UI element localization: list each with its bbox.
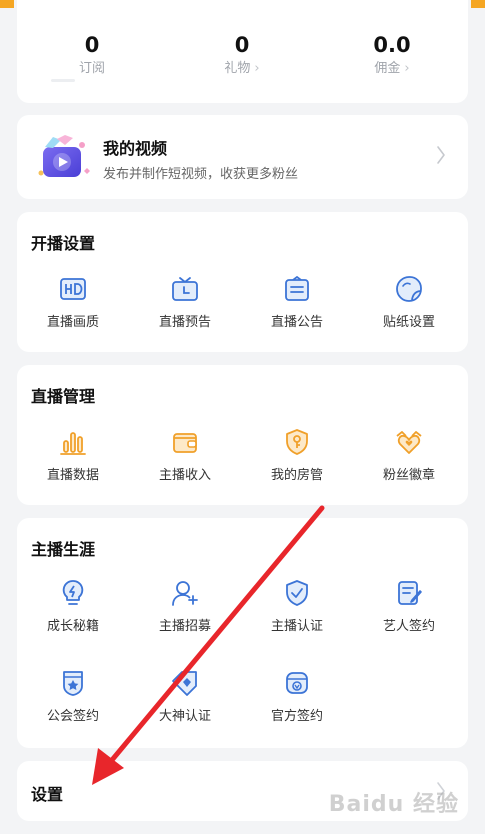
- wallet-icon: [173, 433, 197, 453]
- grid-item-label: 我的房管: [270, 468, 323, 483]
- grid-item-label: 大神认证: [158, 709, 211, 724]
- grid-item-label: 主播招募: [158, 619, 211, 634]
- tv-icon: [172, 277, 198, 301]
- my-video-title: 我的视频: [103, 139, 168, 158]
- grid-item-live-data[interactable]: 直播数据: [17, 427, 129, 485]
- stat-value: 0.0: [373, 33, 411, 57]
- grid-item-label: 成长秘籍: [46, 619, 99, 634]
- chevron-right-icon: ›: [254, 61, 260, 76]
- grid-item-announcement[interactable]: 直播公告: [241, 274, 353, 332]
- stat-gifts[interactable]: 0 礼物 ›: [167, 33, 317, 78]
- grid-item-preview[interactable]: 直播预告: [129, 274, 241, 332]
- shield-key-icon: [286, 429, 308, 455]
- grid-item-label: 贴纸设置: [382, 315, 435, 330]
- lightbulb-icon: [62, 580, 84, 605]
- top-left-accent: [0, 0, 14, 8]
- grid-item-sticker[interactable]: 贴纸设置: [353, 274, 465, 332]
- watermark: Baidu 经验: [328, 792, 459, 817]
- grid-item-certification[interactable]: 主播认证: [241, 578, 353, 636]
- grid-item-label: 直播数据: [46, 468, 99, 483]
- chevron-right-icon: [437, 146, 445, 164]
- my-video-description: 发布并制作短视频，收获更多粉丝: [103, 167, 299, 182]
- my-video-card[interactable]: 我的视频 发布并制作短视频，收获更多粉丝: [17, 115, 468, 199]
- stat-value: 0: [234, 33, 250, 57]
- section-title: 主播生涯: [31, 540, 96, 559]
- add-user-icon: [172, 581, 198, 606]
- settings-title: 设置: [31, 785, 64, 804]
- grid-item-label: 公会签约: [46, 709, 99, 724]
- stat-subscriptions[interactable]: 0 订阅: [17, 33, 167, 78]
- grid-item-label: 直播公告: [270, 315, 323, 330]
- heart-badge-icon: [396, 431, 422, 454]
- grid-item-growth-tips[interactable]: 成长秘籍: [17, 578, 129, 636]
- grid-item-room-admin[interactable]: 我的房管: [241, 427, 353, 485]
- grid-item-label: 直播画质: [46, 315, 99, 330]
- stat-label: 礼物: [224, 61, 251, 76]
- grid-item-label: 主播认证: [270, 619, 323, 634]
- live-management-card: 直播管理 直播数据 主播收入 我的房管 粉丝徽章: [17, 365, 468, 505]
- stat-label: 订阅: [78, 61, 105, 76]
- grid-item-guild-contract[interactable]: 公会签约: [17, 668, 129, 726]
- grid-item-label: 直播预告: [158, 315, 211, 330]
- document-edit-icon: [398, 581, 422, 605]
- grid-item-recruit[interactable]: 主播招募: [129, 578, 241, 636]
- stat-value: 0: [84, 33, 100, 57]
- grid-item-label: 艺人签约: [382, 619, 435, 634]
- divider: [51, 79, 75, 82]
- grid-item-artist-contract[interactable]: 艺人签约: [353, 578, 465, 636]
- section-title: 开播设置: [31, 234, 96, 253]
- grid-item-master-certification[interactable]: 大神认证: [129, 668, 241, 726]
- grid-item-fan-badge[interactable]: 粉丝徽章: [353, 427, 465, 485]
- stat-commission[interactable]: 0.0 佣金 ›: [317, 33, 467, 78]
- bar-chart-icon: [60, 432, 86, 455]
- chevron-right-icon: ›: [404, 61, 410, 76]
- grid-item-label: 粉丝徽章: [382, 468, 435, 483]
- official-seal-icon: [286, 672, 308, 694]
- guild-badge-icon: [63, 671, 83, 696]
- grid-item-label: 官方签约: [270, 709, 323, 724]
- section-title: 直播管理: [31, 387, 96, 406]
- grid-item-official-contract[interactable]: 官方签约: [241, 668, 353, 726]
- announcement-icon: [285, 275, 309, 301]
- grid-item-label: 主播收入: [158, 468, 211, 483]
- hd-icon: [60, 278, 86, 300]
- stat-label: 佣金: [374, 61, 401, 76]
- grid-item-income[interactable]: 主播收入: [129, 427, 241, 485]
- sticker-icon: [396, 276, 422, 302]
- video-clapper-icon: [38, 135, 90, 177]
- verified-shield-icon: [286, 580, 308, 606]
- grid-item-quality[interactable]: 直播画质: [17, 274, 129, 332]
- stats-card: 0 订阅 0 礼物 › 0.0 佣金 ›: [17, 0, 468, 103]
- streamer-career-card: 主播生涯 成长秘籍 主播招募 主播认证 艺人签约 公会签约 大神认证 官方签约: [17, 518, 468, 748]
- broadcast-settings-card: 开播设置 直播画质 直播预告 直播公告 贴纸设置: [17, 212, 468, 352]
- top-right-accent: [471, 0, 485, 8]
- diamond-tag-icon: [172, 671, 197, 696]
